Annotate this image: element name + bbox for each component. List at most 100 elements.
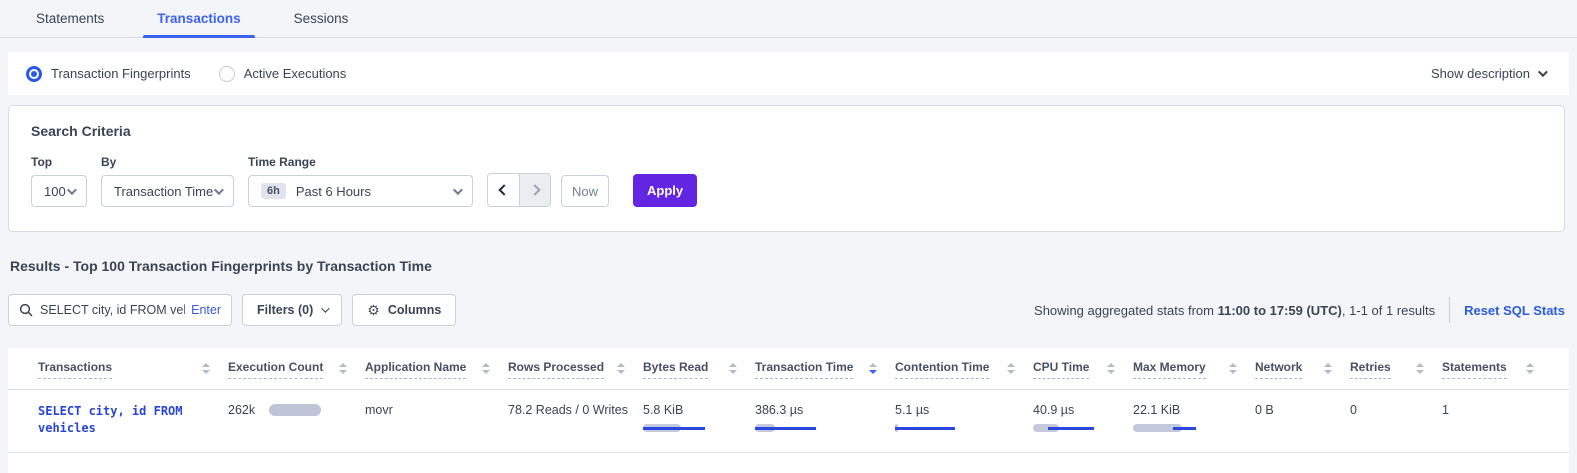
radio-unselected-icon bbox=[219, 66, 235, 82]
radio-label: Transaction Fingerprints bbox=[51, 66, 191, 81]
column-header-network[interactable]: Network bbox=[1255, 360, 1350, 379]
column-header-cpu-time[interactable]: CPU Time bbox=[1033, 360, 1133, 379]
sort-icon[interactable] bbox=[482, 360, 490, 374]
column-header-statements[interactable]: Statements bbox=[1442, 360, 1552, 379]
tab-sessions[interactable]: Sessions bbox=[280, 1, 363, 37]
contention-time-value: 5.1 µs bbox=[895, 403, 1033, 417]
column-label[interactable]: Bytes Read bbox=[643, 360, 708, 379]
chevron-down-icon bbox=[214, 185, 224, 195]
execution-count-bar bbox=[269, 404, 321, 416]
sort-icon[interactable] bbox=[869, 360, 877, 374]
columns-button[interactable]: ⚙ Columns bbox=[352, 294, 456, 326]
sort-icon[interactable] bbox=[1107, 360, 1115, 374]
column-label[interactable]: CPU Time bbox=[1033, 360, 1089, 379]
column-label[interactable]: Transactions bbox=[38, 360, 112, 379]
filters-button[interactable]: Filters (0) bbox=[242, 294, 342, 326]
radio-label: Active Executions bbox=[244, 66, 347, 81]
time-range-field: Time Range 6h Past 6 Hours bbox=[248, 155, 473, 207]
column-label[interactable]: Max Memory bbox=[1133, 360, 1206, 379]
column-header-rows-processed[interactable]: Rows Processed bbox=[508, 360, 643, 379]
chevron-left-icon bbox=[498, 184, 509, 195]
tab-statements[interactable]: Statements bbox=[22, 1, 118, 37]
column-label[interactable]: Application Name bbox=[365, 360, 466, 379]
column-header-contention-time[interactable]: Contention Time bbox=[895, 360, 1033, 379]
column-label[interactable]: Rows Processed bbox=[508, 360, 604, 379]
sort-icon[interactable] bbox=[1007, 360, 1015, 374]
column-header-retries[interactable]: Retries bbox=[1350, 360, 1442, 379]
table-row: SELECT city, id FROM vehicles 262k movr 78.… bbox=[8, 390, 1569, 453]
search-box[interactable]: Enter bbox=[8, 294, 232, 326]
column-header-execution-count[interactable]: Execution Count bbox=[228, 360, 365, 379]
sort-icon[interactable] bbox=[202, 360, 210, 374]
radio-transaction-fingerprints[interactable]: Transaction Fingerprints bbox=[26, 66, 191, 82]
now-button[interactable]: Now bbox=[561, 175, 609, 207]
sort-icon[interactable] bbox=[1324, 360, 1332, 374]
by-value: Transaction Time bbox=[114, 184, 213, 199]
previous-time-window-button[interactable] bbox=[488, 174, 519, 206]
transaction-time-bar bbox=[755, 424, 819, 432]
cpu-time-bar bbox=[1033, 424, 1097, 432]
bytes-read-bar bbox=[643, 424, 707, 432]
time-range-select[interactable]: 6h Past 6 Hours bbox=[248, 175, 473, 207]
tab-transactions[interactable]: Transactions bbox=[143, 1, 254, 37]
by-select[interactable]: Transaction Time bbox=[101, 175, 234, 207]
sort-icon[interactable] bbox=[339, 360, 347, 374]
top-field: Top 100 bbox=[31, 155, 87, 207]
execution-count-value: 262k bbox=[228, 403, 255, 417]
column-label[interactable]: Execution Count bbox=[228, 360, 323, 379]
radio-active-executions[interactable]: Active Executions bbox=[219, 66, 347, 82]
search-icon bbox=[19, 303, 33, 317]
bytes-read-value: 5.8 KiB bbox=[643, 403, 755, 417]
network-value: 0 B bbox=[1255, 403, 1274, 417]
chevron-right-icon bbox=[529, 184, 540, 195]
radio-selected-icon bbox=[26, 66, 42, 82]
sort-icon[interactable] bbox=[617, 360, 625, 374]
column-label[interactable]: Transaction Time bbox=[755, 360, 853, 379]
rows-processed-value: 78.2 Reads / 0 Writes bbox=[508, 403, 628, 417]
columns-label: Columns bbox=[388, 303, 441, 317]
show-description-toggle[interactable]: Show description bbox=[1431, 66, 1545, 81]
view-toggle-panel: Transaction Fingerprints Active Executio… bbox=[8, 52, 1569, 95]
chevron-down-icon bbox=[453, 185, 463, 195]
column-label[interactable]: Network bbox=[1255, 360, 1302, 379]
column-header-transaction-time[interactable]: Transaction Time bbox=[755, 360, 895, 379]
column-header-transactions[interactable]: Transactions bbox=[38, 360, 228, 379]
application-name-value: movr bbox=[365, 403, 393, 417]
column-label[interactable]: Retries bbox=[1350, 360, 1391, 379]
contention-time-bar bbox=[895, 424, 959, 432]
search-enter-button[interactable]: Enter bbox=[191, 303, 221, 317]
table-body: SELECT city, id FROM vehicles 262k movr 78.… bbox=[8, 390, 1569, 453]
sort-icon[interactable] bbox=[1416, 360, 1424, 374]
search-input[interactable] bbox=[40, 303, 185, 317]
column-label[interactable]: Contention Time bbox=[895, 360, 989, 379]
cpu-time-value: 40.9 µs bbox=[1033, 403, 1133, 417]
results-controls: Enter Filters (0) ⚙ Columns Showing aggr… bbox=[8, 294, 1565, 326]
gear-icon: ⚙ bbox=[367, 302, 380, 319]
transaction-time-value: 386.3 µs bbox=[755, 403, 895, 417]
max-memory-bar bbox=[1133, 424, 1197, 432]
chevron-down-icon bbox=[67, 185, 77, 195]
sort-icon[interactable] bbox=[1229, 360, 1237, 374]
column-header-max-memory[interactable]: Max Memory bbox=[1133, 360, 1255, 379]
aggregated-stats-text: Showing aggregated stats from 11:00 to 1… bbox=[1034, 303, 1435, 318]
chevron-down-icon bbox=[321, 304, 329, 312]
time-range-label: Time Range bbox=[248, 155, 473, 169]
apply-button[interactable]: Apply bbox=[633, 174, 697, 207]
top-select[interactable]: 100 bbox=[31, 175, 87, 207]
sort-icon[interactable] bbox=[729, 360, 737, 374]
column-label[interactable]: Statements bbox=[1442, 360, 1507, 379]
transactions-table: Transactions Execution Count Application N… bbox=[8, 348, 1569, 473]
next-time-window-button[interactable] bbox=[519, 174, 550, 206]
transaction-fingerprint-link[interactable]: SELECT city, id FROM vehicles bbox=[38, 403, 198, 438]
page-tabs: Statements Transactions Sessions bbox=[0, 0, 1577, 38]
column-header-bytes-read[interactable]: Bytes Read bbox=[643, 360, 755, 379]
column-header-application-name[interactable]: Application Name bbox=[365, 360, 508, 379]
results-heading: Results - Top 100 Transaction Fingerprin… bbox=[10, 258, 1577, 274]
filters-label: Filters (0) bbox=[257, 303, 313, 317]
vertical-divider bbox=[1449, 297, 1450, 323]
reset-sql-stats-link[interactable]: Reset SQL Stats bbox=[1464, 303, 1565, 318]
table-header-row: Transactions Execution Count Application N… bbox=[8, 348, 1569, 390]
sort-icon[interactable] bbox=[1526, 360, 1534, 374]
top-value: 100 bbox=[44, 184, 66, 199]
max-memory-value: 22.1 KiB bbox=[1133, 403, 1255, 417]
